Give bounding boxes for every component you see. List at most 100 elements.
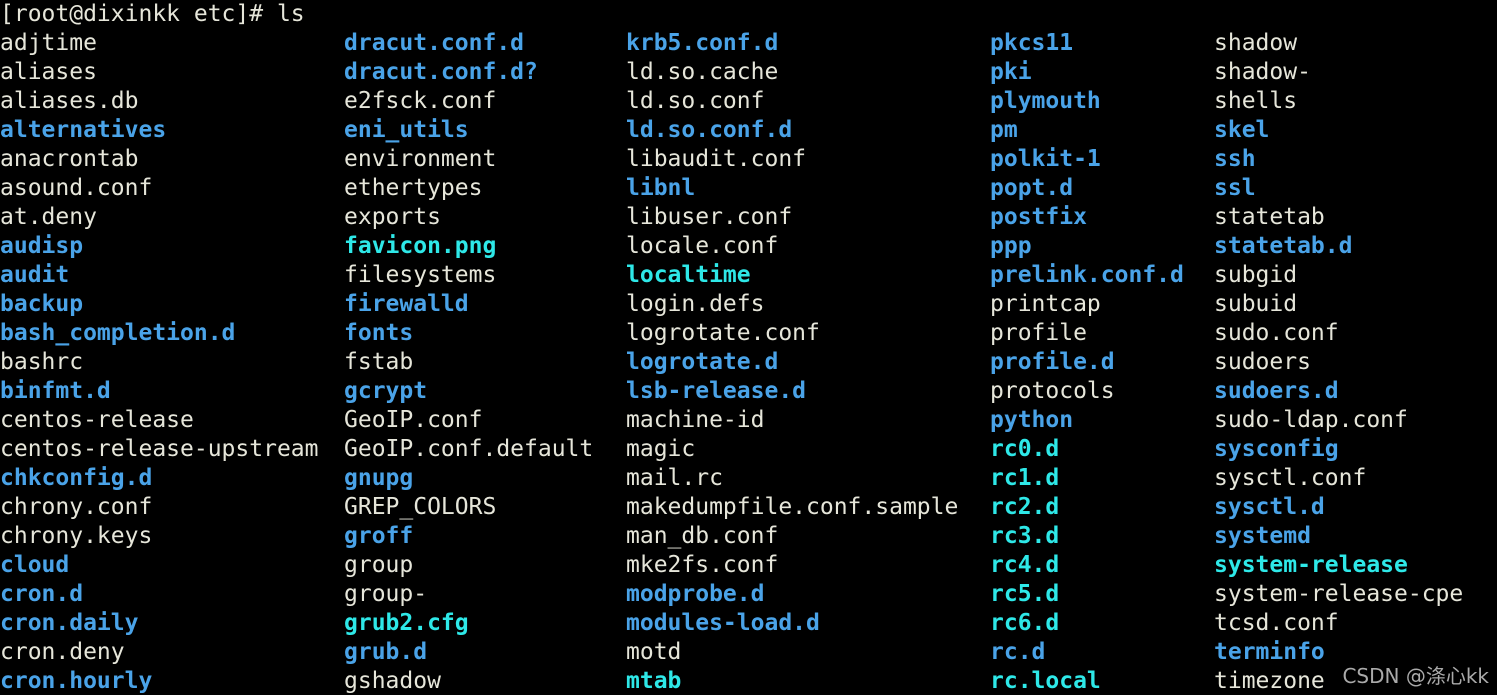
listing-entry[interactable]: system-release-cpe [1214,580,1463,609]
listing-entry[interactable]: sysconfig [1214,435,1463,464]
listing-entry[interactable]: shells [1214,87,1463,116]
listing-entry[interactable]: rc6.d [990,609,1184,638]
listing-entry[interactable]: makedumpfile.conf.sample [626,493,958,522]
listing-entry[interactable]: sysctl.d [1214,493,1463,522]
listing-entry[interactable]: cloud [0,551,319,580]
listing-entry[interactable]: rc5.d [990,580,1184,609]
listing-entry[interactable]: prelink.conf.d [990,261,1184,290]
listing-entry[interactable]: centos-release [0,406,319,435]
listing-entry[interactable]: modprobe.d [626,580,958,609]
listing-entry[interactable]: GeoIP.conf.default [344,435,593,464]
listing-entry[interactable]: subgid [1214,261,1463,290]
listing-entry[interactable]: statetab [1214,203,1463,232]
listing-entry[interactable]: machine-id [626,406,958,435]
listing-entry[interactable]: group- [344,580,593,609]
listing-entry[interactable]: skel [1214,116,1463,145]
listing-entry[interactable]: anacrontab [0,145,319,174]
listing-entry[interactable]: shadow- [1214,58,1463,87]
listing-entry[interactable]: pki [990,58,1184,87]
listing-entry[interactable]: filesystems [344,261,593,290]
listing-entry[interactable]: chkconfig.d [0,464,319,493]
listing-entry[interactable]: GREP_COLORS [344,493,593,522]
listing-entry[interactable]: ssl [1214,174,1463,203]
listing-entry[interactable]: system-release [1214,551,1463,580]
listing-entry[interactable]: profile.d [990,348,1184,377]
listing-entry[interactable]: cron.daily [0,609,319,638]
listing-entry[interactable]: modules-load.d [626,609,958,638]
listing-entry[interactable]: sudo.conf [1214,319,1463,348]
listing-entry[interactable]: sudoers [1214,348,1463,377]
listing-entry[interactable]: rc4.d [990,551,1184,580]
listing-entry[interactable]: motd [626,638,958,667]
listing-entry[interactable]: printcap [990,290,1184,319]
listing-entry[interactable]: groff [344,522,593,551]
listing-entry[interactable]: tcsd.conf [1214,609,1463,638]
listing-entry[interactable]: ethertypes [344,174,593,203]
listing-entry[interactable]: protocols [990,377,1184,406]
listing-entry[interactable]: sysctl.conf [1214,464,1463,493]
listing-entry[interactable]: binfmt.d [0,377,319,406]
listing-entry[interactable]: at.deny [0,203,319,232]
listing-entry[interactable]: rc.local [990,667,1184,695]
listing-entry[interactable]: libaudit.conf [626,145,958,174]
listing-entry[interactable]: exports [344,203,593,232]
listing-entry[interactable]: aliases.db [0,87,319,116]
listing-entry[interactable]: centos-release-upstream [0,435,319,464]
listing-entry[interactable]: backup [0,290,319,319]
listing-entry[interactable]: sudoers.d [1214,377,1463,406]
listing-entry[interactable]: chrony.conf [0,493,319,522]
terminal-window[interactable]: [root@dixinkk etc]# ls adjtime aliases ali… [0,0,1497,695]
listing-entry[interactable]: pm [990,116,1184,145]
listing-entry[interactable]: aliases [0,58,319,87]
listing-entry[interactable]: locale.conf [626,232,958,261]
listing-entry[interactable]: logrotate.conf [626,319,958,348]
listing-entry[interactable]: magic [626,435,958,464]
listing-entry[interactable]: group [344,551,593,580]
listing-entry[interactable]: rc1.d [990,464,1184,493]
listing-entry[interactable]: e2fsck.conf [344,87,593,116]
listing-entry[interactable]: gnupg [344,464,593,493]
listing-entry[interactable]: timezone [1214,667,1463,695]
listing-entry[interactable]: profile [990,319,1184,348]
listing-entry[interactable]: fstab [344,348,593,377]
listing-entry[interactable]: alternatives [0,116,319,145]
listing-entry[interactable]: plymouth [990,87,1184,116]
listing-entry[interactable]: ld.so.conf [626,87,958,116]
listing-entry[interactable]: sudo-ldap.conf [1214,406,1463,435]
listing-entry[interactable]: localtime [626,261,958,290]
listing-entry[interactable]: subuid [1214,290,1463,319]
listing-entry[interactable]: asound.conf [0,174,319,203]
listing-entry[interactable]: ssh [1214,145,1463,174]
listing-entry[interactable]: rc3.d [990,522,1184,551]
listing-entry[interactable]: cron.d [0,580,319,609]
listing-entry[interactable]: dracut.conf.d [344,29,593,58]
listing-entry[interactable]: fonts [344,319,593,348]
listing-entry[interactable]: systemd [1214,522,1463,551]
listing-entry[interactable]: mtab [626,667,958,695]
listing-entry[interactable]: python [990,406,1184,435]
listing-entry[interactable]: ld.so.cache [626,58,958,87]
listing-entry[interactable]: grub.d [344,638,593,667]
listing-entry[interactable]: rc.d [990,638,1184,667]
listing-entry[interactable]: libnl [626,174,958,203]
listing-entry[interactable]: mail.rc [626,464,958,493]
listing-entry[interactable]: lsb-release.d [626,377,958,406]
listing-entry[interactable]: polkit-1 [990,145,1184,174]
listing-entry[interactable]: krb5.conf.d [626,29,958,58]
listing-entry[interactable]: mke2fs.conf [626,551,958,580]
listing-entry[interactable]: shadow [1214,29,1463,58]
listing-entry[interactable]: bashrc [0,348,319,377]
listing-entry[interactable]: terminfo [1214,638,1463,667]
listing-entry[interactable]: libuser.conf [626,203,958,232]
listing-entry[interactable]: cron.hourly [0,667,319,695]
listing-entry[interactable]: firewalld [344,290,593,319]
listing-entry[interactable]: popt.d [990,174,1184,203]
listing-entry[interactable]: statetab.d [1214,232,1463,261]
listing-entry[interactable]: chrony.keys [0,522,319,551]
listing-entry[interactable]: audisp [0,232,319,261]
listing-entry[interactable]: postfix [990,203,1184,232]
listing-entry[interactable]: logrotate.d [626,348,958,377]
listing-entry[interactable]: GeoIP.conf [344,406,593,435]
listing-entry[interactable]: grub2.cfg [344,609,593,638]
listing-entry[interactable]: eni_utils [344,116,593,145]
